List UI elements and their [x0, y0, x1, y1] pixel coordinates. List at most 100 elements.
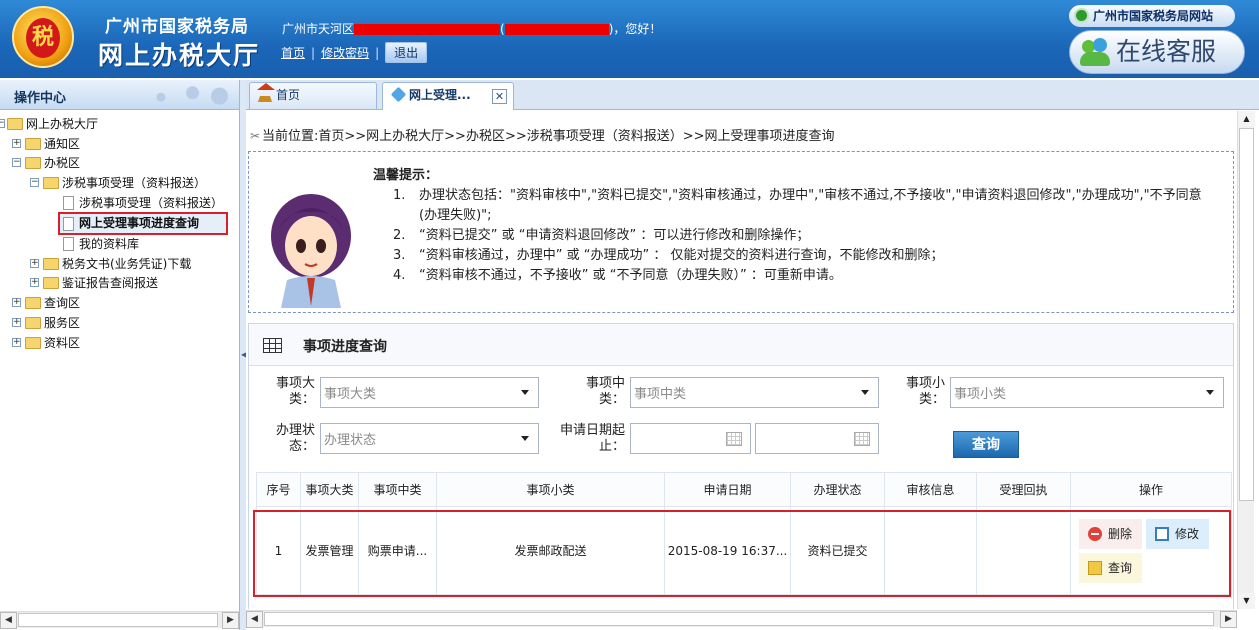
- redacted-taxpayer-name: [354, 24, 501, 35]
- column-header: 受理回执: [976, 472, 1071, 507]
- search-button[interactable]: 查询: [953, 431, 1019, 458]
- redacted-taxpayer-id: [504, 24, 609, 35]
- label-major-category: 事项大类：: [275, 376, 315, 407]
- tree-node-progress-query[interactable]: 网上受理事项进度查询: [58, 212, 228, 235]
- view-button[interactable]: 查询: [1079, 552, 1143, 583]
- home-link[interactable]: 首页: [281, 46, 305, 60]
- tab-online-acceptance[interactable]: 网上受理... ✕: [382, 82, 514, 110]
- expand-toggle-icon[interactable]: +: [12, 338, 21, 347]
- content-vertical-scrollbar[interactable]: ▲ ▼: [1237, 111, 1255, 609]
- scroll-up-arrow-icon[interactable]: ▲: [1238, 111, 1255, 127]
- folder-open-icon: [43, 177, 59, 189]
- table-row[interactable]: 1 发票管理 购票申请... 发票邮政配送 2015-08-19 16:37..…: [256, 506, 1232, 595]
- progress-query-panel: 事项进度查询 事项大类： 事项大类 事项中类： 事项中类 事项小类： 事项小类 …: [248, 323, 1234, 609]
- cell-mid-category: 购票申请...: [358, 506, 437, 595]
- column-header: 操作: [1070, 472, 1232, 507]
- change-password-link[interactable]: 修改密码: [321, 46, 369, 60]
- cell-major-category: 发票管理: [300, 506, 359, 595]
- scroll-left-arrow-icon[interactable]: ◀: [246, 611, 263, 628]
- delete-button[interactable]: 删除: [1079, 518, 1143, 549]
- scroll-thumb[interactable]: [264, 612, 1214, 626]
- tip-item: 1. 办理状态包括："资料审核中","资料已提交","资料审核通过，办理中","审…: [393, 188, 1202, 223]
- folder-icon: [25, 317, 41, 329]
- collapse-toggle-icon[interactable]: −: [30, 178, 39, 187]
- tree-node-materials-area[interactable]: + 资料区: [12, 334, 212, 352]
- collapse-toggle-icon[interactable]: −: [0, 119, 5, 128]
- mid-category-select[interactable]: 事项中类: [630, 377, 879, 408]
- dropdown-arrow-icon: [521, 390, 529, 395]
- minor-category-select[interactable]: 事项小类: [950, 377, 1224, 408]
- scroll-right-arrow-icon[interactable]: ▶: [1220, 611, 1237, 628]
- tips-panel: 温馨提示： 1. 办理状态包括："资料审核中","资料已提交","资料审核通过，办…: [248, 151, 1234, 313]
- tab-bar: 首页 网上受理... ✕: [246, 80, 1259, 110]
- tree-node-notice[interactable]: + 通知区: [12, 135, 212, 153]
- dropdown-arrow-icon: [1206, 390, 1214, 395]
- document-icon: [63, 217, 74, 231]
- scroll-right-arrow-icon[interactable]: ▶: [222, 612, 239, 629]
- status-select[interactable]: 办理状态: [320, 423, 539, 454]
- label-date-range: 申请日期起止：: [559, 423, 625, 454]
- expand-toggle-icon[interactable]: +: [12, 318, 21, 327]
- online-customer-service-button[interactable]: 在线客服: [1069, 30, 1245, 74]
- welcome-message: 广州市天河区()，您好！: [282, 22, 662, 36]
- column-header: 事项中类: [358, 472, 437, 507]
- scroll-down-arrow-icon[interactable]: ▼: [1238, 593, 1255, 609]
- main-content: ✂ 当前位置:首页>>网上办税大厅>>办税区>>涉税事项受理（资料报送）>>网上受…: [246, 111, 1237, 609]
- org-name: 广州市国家税务局: [105, 17, 249, 37]
- tree-node-tax-documents[interactable]: + 税务文书(业务凭证)下载: [30, 255, 235, 273]
- major-category-select[interactable]: 事项大类: [320, 377, 539, 408]
- scroll-thumb[interactable]: [18, 613, 218, 627]
- folder-icon: [43, 258, 59, 270]
- tree-node-tax-acceptance-item[interactable]: 涉税事项受理（资料报送）: [60, 194, 238, 212]
- cell-apply-date: 2015-08-19 16:37...: [664, 506, 791, 595]
- expand-toggle-icon[interactable]: +: [12, 298, 21, 307]
- document-icon: [63, 237, 74, 251]
- folder-icon: [25, 337, 41, 349]
- scroll-left-arrow-icon[interactable]: ◀: [0, 612, 17, 629]
- table-grid-icon: [263, 338, 282, 353]
- expand-toggle-icon[interactable]: +: [30, 259, 39, 268]
- column-header: 序号: [256, 472, 301, 507]
- tax-bureau-website-button[interactable]: 广州市国家税务局网站: [1069, 5, 1235, 27]
- folder-icon: [25, 138, 41, 150]
- tree-node-root[interactable]: − 网上办税大厅: [0, 115, 230, 133]
- tree-node-tax-acceptance[interactable]: − 涉税事项受理（资料报送）: [30, 174, 235, 192]
- pencil-note-icon: [1088, 560, 1102, 575]
- cell-seq: 1: [256, 506, 301, 595]
- collapse-toggle-icon[interactable]: −: [12, 158, 21, 167]
- edit-button[interactable]: 修改: [1146, 518, 1210, 549]
- tree-node-query-area[interactable]: + 查询区: [12, 294, 212, 312]
- column-header: 办理状态: [790, 472, 885, 507]
- scroll-thumb[interactable]: [1239, 128, 1254, 501]
- tree-node-tax-handling[interactable]: − 办税区: [12, 154, 212, 172]
- tree-node-service-area[interactable]: + 服务区: [12, 314, 212, 332]
- tab-home[interactable]: 首页: [249, 82, 377, 109]
- content-horizontal-scrollbar[interactable]: ◀ ▶: [246, 610, 1237, 628]
- label-minor-category: 事项小类：: [905, 376, 945, 407]
- logout-button[interactable]: 退出: [385, 42, 428, 63]
- end-date-input[interactable]: [755, 423, 879, 454]
- tax-bureau-emblem-icon: 税: [12, 6, 74, 68]
- start-date-input[interactable]: [630, 423, 751, 454]
- column-header: 事项小类: [436, 472, 665, 507]
- sidebar-title: 操作中心: [0, 80, 239, 110]
- tips-list: 1. 办理状态包括："资料审核中","资料已提交","资料审核通过，办理中","审…: [373, 186, 1218, 286]
- sidebar-horizontal-scrollbar[interactable]: ◀ ▶: [0, 611, 239, 629]
- column-header: 申请日期: [664, 472, 791, 507]
- dropdown-arrow-icon: [861, 390, 869, 395]
- cell-minor-category: 发票邮政配送: [436, 506, 665, 595]
- tips-title: 温馨提示：: [373, 168, 439, 183]
- label-status: 办理状态：: [275, 423, 315, 454]
- tree-node-attestation-report[interactable]: + 鉴证报告查阅报送: [30, 274, 235, 292]
- close-tab-icon[interactable]: ✕: [492, 89, 507, 104]
- folder-icon: [43, 277, 59, 289]
- folder-icon: [25, 297, 41, 309]
- calendar-icon[interactable]: [726, 432, 742, 446]
- expand-toggle-icon[interactable]: +: [12, 139, 21, 148]
- expand-toggle-icon[interactable]: +: [30, 278, 39, 287]
- users-icon: [1080, 37, 1110, 67]
- tree-node-my-library[interactable]: 我的资料库: [60, 235, 210, 253]
- calendar-icon[interactable]: [854, 432, 870, 446]
- query-panel-header: 事项进度查询: [249, 324, 1233, 366]
- query-panel-title: 事项进度查询: [303, 339, 387, 355]
